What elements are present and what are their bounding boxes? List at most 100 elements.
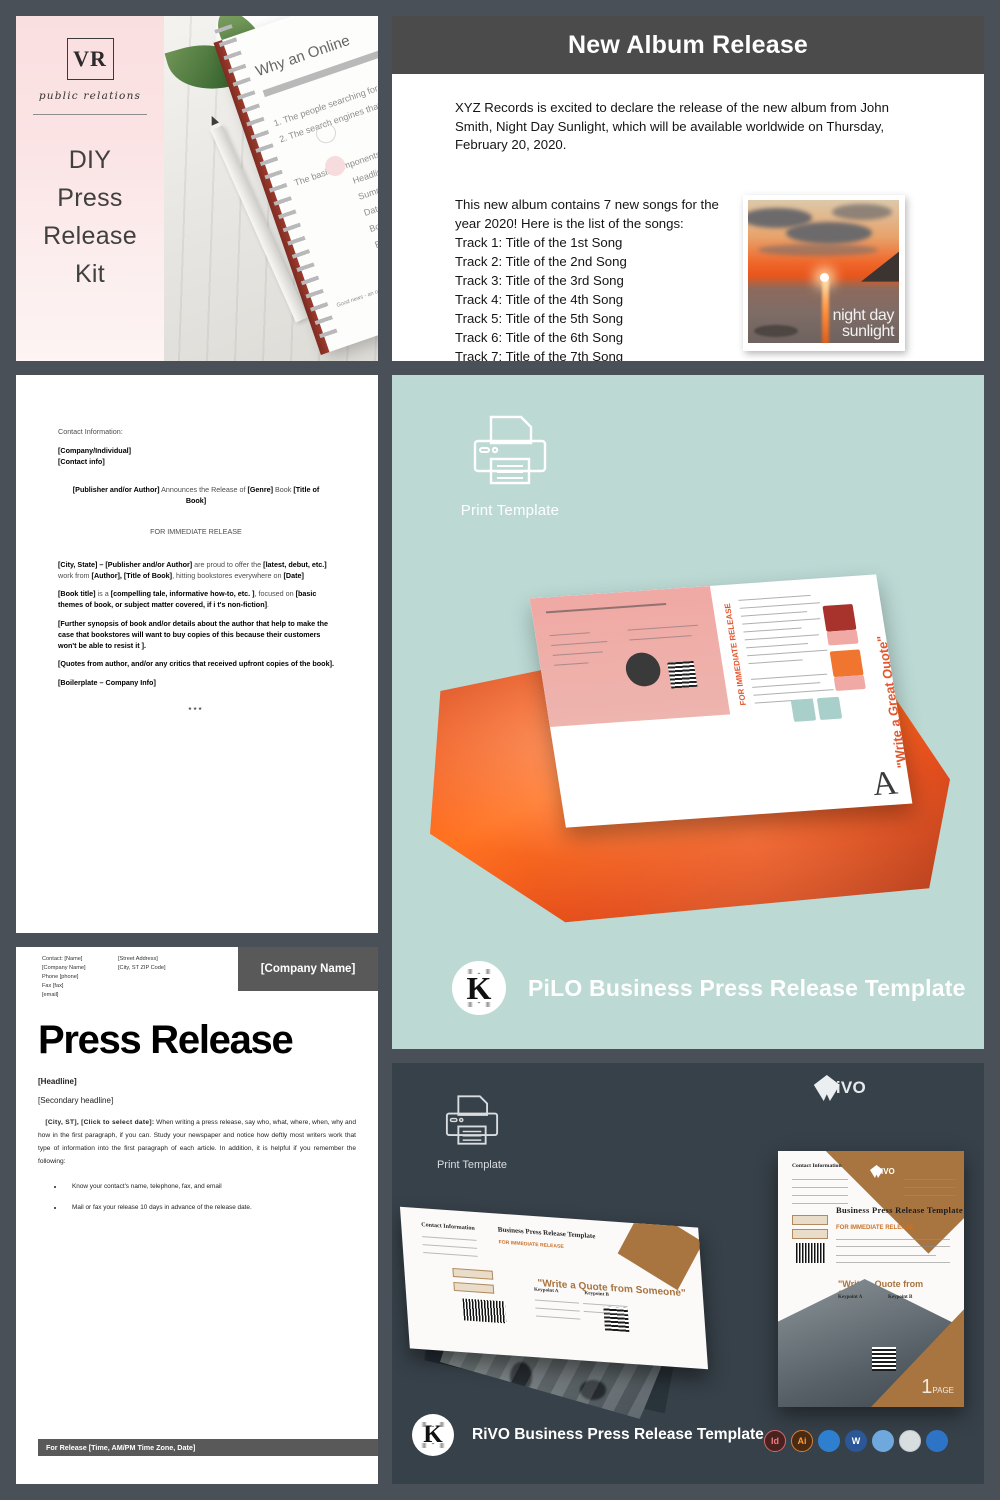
book-headline: [Publisher and/or Author] Announces the … <box>64 485 328 507</box>
track-item: Track 1: Title of the 1st Song <box>455 235 623 251</box>
album-tracklist: This new album contains 7 new songs for … <box>455 195 723 361</box>
flyer-keypoint-a: Keypoint A <box>533 1287 559 1295</box>
divider <box>33 114 147 115</box>
k-logo-letter: K <box>466 969 492 1006</box>
indesign-icon[interactable]: Id <box>764 1430 786 1452</box>
panel-new-album-release[interactable]: New Album Release XYZ Records is excited… <box>392 16 984 361</box>
book-paragraph-1: [City, State] – [Publisher and/or Author… <box>58 560 334 582</box>
panel-book-press-release-document[interactable]: Contact Information: [Company/Individual… <box>16 375 378 933</box>
qr-code-icon <box>603 1306 630 1332</box>
para1-latest: [latest, debut, etc.] <box>263 559 327 569</box>
pedestrian-shape <box>510 1362 532 1392</box>
document-icon[interactable] <box>899 1430 921 1452</box>
para1-author-title: [Author], [Title of Book] <box>91 570 173 580</box>
k-logo-letter: K <box>423 1421 443 1448</box>
poster-rivo-logo: iVO <box>870 1165 895 1178</box>
chip <box>453 1281 495 1294</box>
doc-footer-release-bar: For Release [Time, AM/PM Time Zone, Date… <box>38 1439 378 1456</box>
swatch <box>829 649 864 678</box>
panel-diy-press-release-kit[interactable]: VR public relations DIY Press Release Ki… <box>16 16 378 361</box>
kit-photo-notebook: www.vbro.ae Why an Online It's important… <box>164 16 378 361</box>
track-item: Track 2: Title of the 2nd Song <box>455 254 627 270</box>
album-cover-line1: night day <box>832 307 895 325</box>
contact-line: Fax [fax] <box>42 983 64 990</box>
headline-publisher: [Publisher and/or Author] <box>72 485 160 495</box>
vr-logo-mark: VR <box>66 38 114 80</box>
keynote-icon[interactable] <box>818 1430 840 1452</box>
word-doc-header: Contact: [Name] [Company Name] Phone [ph… <box>16 947 378 1004</box>
pages-icon[interactable] <box>872 1430 894 1452</box>
compatible-apps-list: Id Ai W <box>764 1430 948 1452</box>
kit-title-line: Release <box>43 222 137 250</box>
panel-rivo-business-press-release-template[interactable]: Print Template iVO Business Press Releas… <box>392 1063 984 1484</box>
flyer-title: Business Press Release Template <box>497 1225 596 1241</box>
poster-keypoint-a: Keypoint A <box>838 1295 863 1300</box>
barcode-icon <box>462 1298 507 1324</box>
affinity-icon[interactable] <box>926 1430 948 1452</box>
book-paragraph-2: [Book title] is a [compelling tale, info… <box>58 589 334 611</box>
album-cover-frame: night day sunlight <box>743 195 905 352</box>
rivo-footer: K RiVO Business Press Release Template <box>412 1414 764 1456</box>
vr-logo-subtitle: public relations <box>38 90 142 102</box>
para2-compelling: [compelling tale, informative how-to, et… <box>110 589 255 599</box>
album-header-title: New Album Release <box>567 30 809 59</box>
album-cover-art: night day sunlight <box>748 200 899 344</box>
doc-paragraph: [City, ST], [Click to select date]: When… <box>38 1117 356 1168</box>
print-template-label: Print Template <box>460 502 560 519</box>
swatch <box>816 696 843 721</box>
album-cover-title: night day sunlight <box>832 307 895 340</box>
album-list-intro: This new album contains 7 new songs for … <box>455 197 719 232</box>
cliff-shape <box>861 251 899 282</box>
flyer-front-sheet: FOR IMMEDIATE RELEASE "Write a Great Quo… <box>529 574 913 828</box>
book-paragraph-3: [Further synopsis of book and/or details… <box>58 618 328 650</box>
para1-date: [Date] <box>283 570 304 580</box>
word-contact-block: Contact: [Name] [Company Name] Phone [ph… <box>16 947 116 1004</box>
swatch <box>790 698 817 722</box>
chip <box>792 1229 828 1239</box>
book-paragraph-5: [Boilerplate – Company Info] <box>58 678 156 688</box>
kit-cover-left: VR public relations DIY Press Release Ki… <box>16 16 164 361</box>
chip <box>452 1267 494 1280</box>
para1-f: , hitting bookstores everywhere on <box>172 570 284 580</box>
kit-title-line: Press <box>57 184 123 212</box>
doc-headline: [Headline] <box>38 1077 77 1087</box>
headline-announces: Announces the Release of <box>159 485 248 495</box>
para2-f: . <box>266 600 269 610</box>
headline-book-word: Book <box>273 485 294 495</box>
track-item: Track 4: Title of the 4th Song <box>455 292 624 308</box>
para2-b: is a <box>95 589 111 599</box>
album-cover-wrap: night day sunlight <box>743 195 905 361</box>
panel-pilo-business-press-release-template[interactable]: Print Template FOR IMMEDIATE RELEASE "Wr… <box>392 375 984 1049</box>
word-icon[interactable]: W <box>845 1430 867 1452</box>
panel-press-release-word-document[interactable]: Contact: [Name] [Company Name] Phone [ph… <box>16 947 378 1484</box>
illustrator-icon[interactable]: Ai <box>791 1430 813 1452</box>
rivo-logo-text: iVO <box>835 1078 866 1097</box>
poster-page-indicator: 1PAGE <box>921 1376 954 1399</box>
rivo-footer-title: RiVO Business Press Release Template <box>472 1426 764 1443</box>
swatch <box>833 675 866 691</box>
para1-b: are proud to offer the <box>192 559 264 569</box>
para1-d: work from <box>58 570 92 580</box>
rivo-logo: iVO <box>813 1075 866 1101</box>
rivo-diamond-icon <box>813 1075 840 1101</box>
list-item: Know your contact's name, telephone, fax… <box>64 1181 356 1193</box>
poster-page-number: 1 <box>921 1376 933 1398</box>
for-immediate-release: FOR IMMEDIATE RELEASE <box>150 526 242 536</box>
rivo-poster-mockup-right: iVO Contact Information Business Press R… <box>778 1151 964 1407</box>
flyer-contact-heading: Contact Information <box>421 1222 476 1232</box>
chip <box>792 1215 828 1225</box>
headline-genre: [Genre] <box>247 485 274 495</box>
book-doc-body: Contact Information: [Company/Individual… <box>16 375 378 717</box>
contact-line: Phone [phone] <box>42 974 79 981</box>
track-item: Track 3: Title of the 3rd Song <box>455 273 624 289</box>
tan-corner <box>617 1206 704 1291</box>
k-logo-badge: K <box>412 1414 454 1456</box>
album-cover-line2: sunlight <box>842 322 894 340</box>
track-item: Track 6: Title of the 6th Song <box>455 330 624 346</box>
track-item: Track 5: Title of the 5th Song <box>455 311 624 327</box>
pedestrian-shape <box>580 1380 606 1400</box>
company-name-badge: [Company Name] <box>238 947 378 991</box>
swatch <box>822 603 857 632</box>
print-template-label: Print Template <box>436 1159 508 1171</box>
poster-immediate-release: FOR IMMEDIATE RELEASE <box>836 1225 914 1231</box>
